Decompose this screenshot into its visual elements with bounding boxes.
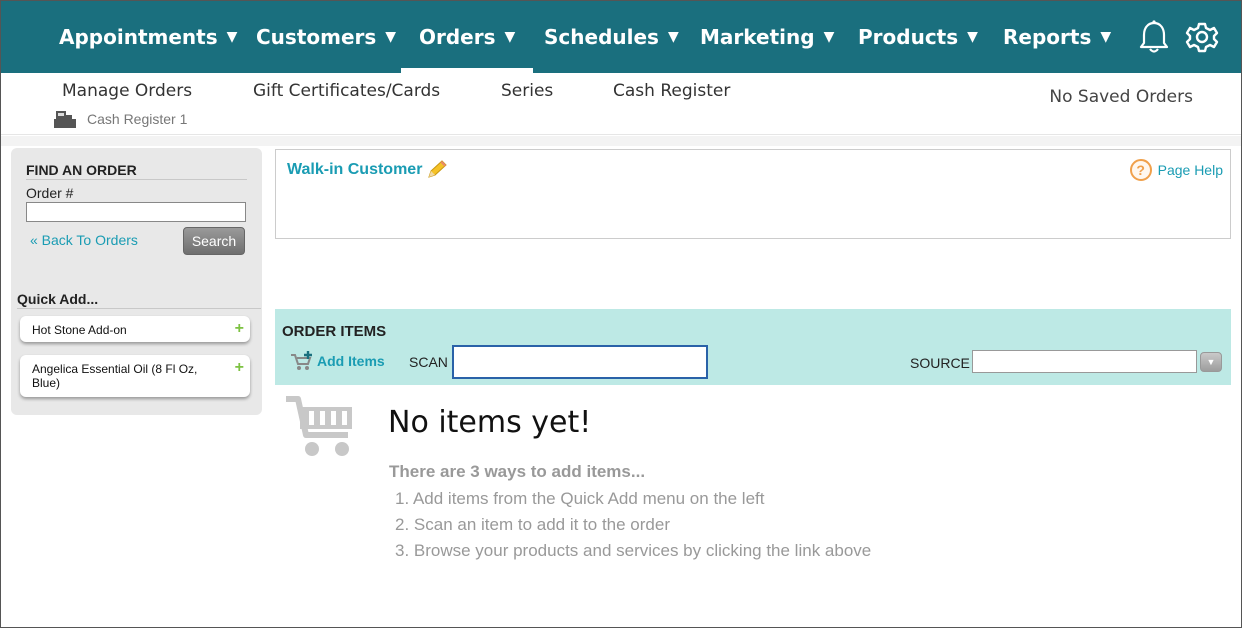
chevron-down-icon: ▼ [967,29,978,45]
chevron-down-icon: ▼ [385,29,397,45]
quick-add-item-angelica-oil[interactable]: Angelica Essential Oil (8 Fl Oz, Blue) + [20,355,250,397]
help-icon: ? [1129,159,1152,181]
order-items-bar: ORDER ITEMS Add Items SCAN SOURCE ▼ [275,309,1231,385]
chevron-down-icon: ▼ [823,29,835,45]
nav-label: Appointments [59,25,218,49]
page-help-link[interactable]: ? Page Help [1129,159,1223,181]
plus-icon: + [234,359,244,376]
empty-state-way: 3. Browse your products and services by … [395,541,872,560]
nav-label: Reports [1003,25,1092,49]
empty-state-subtitle: There are 3 ways to add items... [389,462,646,481]
nav-label: Products [858,25,959,49]
find-order-title: FIND AN ORDER [26,162,247,180]
source-input[interactable] [972,350,1197,373]
subnav-gift-certificates[interactable]: Gift Certificates/Cards [253,81,440,101]
add-items-link[interactable]: Add Items [290,351,385,371]
search-button[interactable]: Search [183,227,245,255]
nav-label: Schedules [544,25,659,49]
nav-item-appointments[interactable]: Appointments ▼ [59,1,237,73]
customer-box: Walk-in Customer ? Page Help [275,149,1231,239]
source-label: SOURCE [910,355,970,371]
register-label: Cash Register 1 [87,111,188,127]
gear-icon[interactable] [1185,19,1219,55]
nav-item-customers[interactable]: Customers ▼ [256,1,396,73]
chevron-down-icon: ▼ [504,29,516,45]
nav-item-products[interactable]: Products ▼ [858,1,978,73]
nav-label: Customers [256,25,377,49]
empty-state-way: 1. Add items from the Quick Add menu on … [395,489,765,508]
order-number-input[interactable] [26,202,246,222]
chevron-down-icon: ▼ [1100,29,1112,45]
quick-add-item-hot-stone[interactable]: Hot Stone Add-on + [20,316,250,342]
nav-item-marketing[interactable]: Marketing ▼ [700,1,834,73]
quick-add-item-label: Hot Stone Add-on [32,323,127,337]
cash-register-icon [54,111,76,128]
sub-nav: Manage Orders Gift Certificates/Cards Se… [1,73,1241,135]
left-panel: FIND AN ORDER Order # « Back To Orders S… [11,148,262,415]
nav-item-orders[interactable]: Orders ▼ [400,1,534,73]
order-items-title: ORDER ITEMS [282,323,387,340]
chevron-down-icon: ▼ [226,29,238,45]
register-indicator: Cash Register 1 [53,109,187,129]
subnav-cash-register[interactable]: Cash Register [613,81,730,101]
subnav-manage-orders[interactable]: Manage Orders [62,81,192,101]
top-nav: Appointments ▼ Customers ▼ Orders ▼ Sche… [1,1,1241,73]
customer-name: Walk-in Customer [287,161,423,178]
bell-icon[interactable] [1137,19,1171,55]
subnav-series[interactable]: Series [501,81,553,101]
add-cart-icon [291,351,312,370]
empty-state-title: No items yet! [388,405,592,440]
customer-name-link[interactable]: Walk-in Customer [287,159,449,181]
empty-state-way: 2. Scan an item to add it to the order [395,515,670,534]
quick-add-title: Quick Add... [17,291,261,309]
empty-cart-icon [286,396,352,456]
divider-band [1,136,1241,146]
nav-label: Marketing [700,25,815,49]
back-to-orders-link[interactable]: « Back To Orders [30,232,138,248]
page-help-label: Page Help [1157,162,1223,178]
scan-label: SCAN [409,354,448,370]
nav-item-reports[interactable]: Reports ▼ [1003,1,1111,73]
scan-input[interactable] [452,345,708,379]
order-number-label: Order # [26,185,74,201]
add-items-label: Add Items [317,353,385,369]
quick-add-item-label: Angelica Essential Oil (8 Fl Oz, Blue) [32,362,198,390]
nav-item-schedules[interactable]: Schedules ▼ [544,1,679,73]
plus-icon: + [234,320,244,337]
chevron-down-icon: ▼ [667,29,679,45]
source-dropdown-button[interactable]: ▼ [1200,352,1222,372]
pencil-icon [428,160,448,178]
saved-orders-status[interactable]: No Saved Orders [1049,87,1193,107]
nav-label: Orders [419,25,496,49]
